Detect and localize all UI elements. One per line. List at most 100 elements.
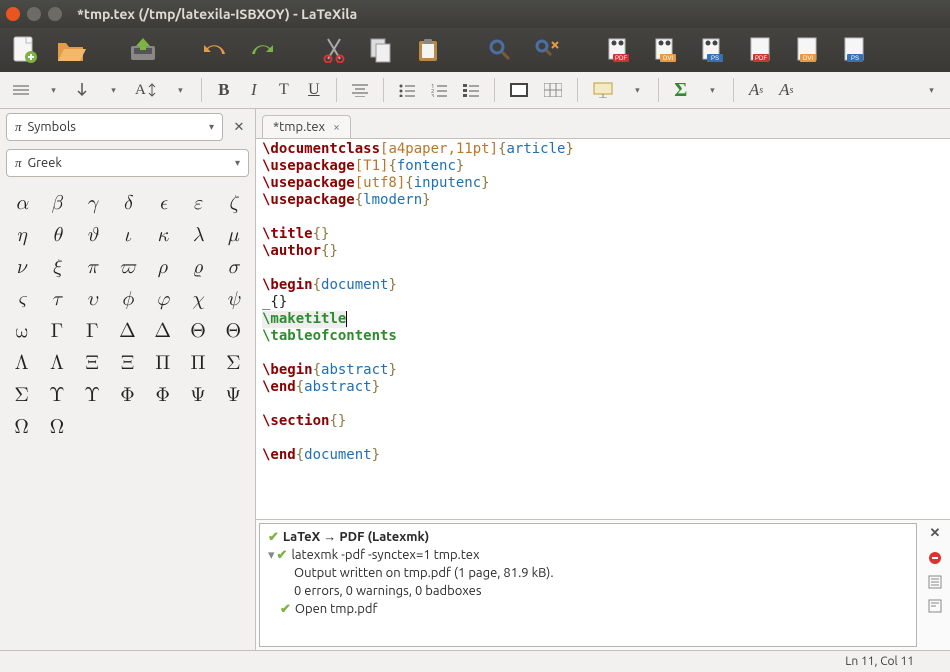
symbol-cell[interactable]: Ω — [4, 411, 39, 443]
build-stop-button[interactable] — [928, 551, 942, 565]
symbol-cell[interactable]: ϖ — [110, 251, 145, 283]
symbol-cell[interactable]: Π — [180, 347, 215, 379]
sectioning-button[interactable] — [6, 76, 36, 104]
symbol-cell[interactable]: ε — [180, 187, 215, 219]
symbol-cell[interactable]: ρ — [145, 251, 180, 283]
window-close-button[interactable] — [6, 7, 20, 21]
symbol-cell[interactable]: Ω — [39, 411, 74, 443]
math-superscript-button[interactable]: As — [742, 76, 770, 104]
find-replace-button[interactable] — [531, 34, 563, 66]
copy-button[interactable] — [365, 34, 397, 66]
build-detail-button[interactable] — [928, 599, 942, 613]
typewriter-button[interactable]: T — [270, 76, 298, 104]
build-pdf-button[interactable]: PDF — [603, 34, 635, 66]
symbol-cell[interactable]: γ — [75, 187, 110, 219]
overflow-dropdown[interactable] — [916, 76, 944, 104]
symbol-cell[interactable]: δ — [110, 187, 145, 219]
symbol-cell[interactable]: Σ — [216, 347, 251, 379]
symbol-cell[interactable]: Ψ — [180, 379, 215, 411]
twisty-icon[interactable]: ▾ — [268, 546, 275, 564]
symbol-cell[interactable]: κ — [145, 219, 180, 251]
figure-button[interactable] — [503, 76, 535, 104]
underline-button[interactable]: U — [300, 76, 328, 104]
symbol-cell[interactable]: Λ — [4, 347, 39, 379]
ref-button[interactable] — [68, 76, 96, 104]
symbol-cell[interactable]: ϕ — [110, 283, 145, 315]
symbol-cell[interactable]: ψ — [216, 283, 251, 315]
list-description-button[interactable] — [456, 76, 486, 104]
symbol-cell[interactable]: χ — [180, 283, 215, 315]
presentation-dropdown[interactable] — [622, 76, 650, 104]
symbol-cell[interactable]: Δ — [110, 315, 145, 347]
symbol-cell[interactable]: ϱ — [180, 251, 215, 283]
view-pdf-button[interactable]: PDF — [744, 34, 776, 66]
symbol-cell[interactable]: ζ — [216, 187, 251, 219]
symbol-cell[interactable]: Υ — [39, 379, 74, 411]
redo-button[interactable] — [246, 34, 278, 66]
view-dvi-button[interactable]: DVI — [791, 34, 823, 66]
sidebar-close-button[interactable]: ✕ — [229, 120, 249, 135]
symbol-cell[interactable]: Δ — [145, 315, 180, 347]
symbol-cell[interactable]: Γ — [75, 315, 110, 347]
list-enumerate-button[interactable]: 123 — [424, 76, 454, 104]
symbol-cell[interactable]: Φ — [110, 379, 145, 411]
symbol-cell[interactable]: Θ — [216, 315, 251, 347]
cut-button[interactable] — [318, 34, 350, 66]
symbol-cell[interactable]: θ — [39, 219, 74, 251]
window-minimize-button[interactable] — [27, 7, 41, 21]
symbols-panel-selector[interactable]: π Symbols ▾ — [6, 113, 223, 141]
tab-close-button[interactable]: × — [333, 121, 340, 134]
build-close-button[interactable]: ✕ — [930, 526, 941, 541]
symbol-cell[interactable]: Λ — [39, 347, 74, 379]
table-button[interactable] — [537, 76, 569, 104]
symbol-cell[interactable]: β — [39, 187, 74, 219]
symbol-cell[interactable]: ς — [4, 283, 39, 315]
list-itemize-button[interactable] — [392, 76, 422, 104]
center-button[interactable] — [345, 76, 375, 104]
symbol-cell[interactable]: η — [4, 219, 39, 251]
symbol-cell[interactable]: Υ — [75, 379, 110, 411]
symbol-cell[interactable]: Σ — [4, 379, 39, 411]
symbol-cell[interactable]: ϵ — [145, 187, 180, 219]
symbol-cell[interactable]: Γ — [39, 315, 74, 347]
symbol-cell[interactable]: ϑ — [75, 219, 110, 251]
symbol-cell[interactable]: ξ — [39, 251, 74, 283]
open-file-button[interactable] — [55, 34, 87, 66]
italic-button[interactable]: I — [240, 76, 268, 104]
build-dvi-button[interactable]: DVI — [650, 34, 682, 66]
save-button[interactable] — [127, 34, 159, 66]
symbol-cell[interactable]: α — [4, 187, 39, 219]
undo-button[interactable] — [199, 34, 231, 66]
symbol-cell[interactable]: υ — [75, 283, 110, 315]
new-file-button[interactable] — [8, 34, 40, 66]
build-log-button[interactable] — [928, 575, 942, 589]
size-button[interactable]: A — [128, 76, 163, 104]
math-sum-dropdown[interactable] — [697, 76, 725, 104]
symbol-cell[interactable]: π — [75, 251, 110, 283]
find-button[interactable] — [484, 34, 516, 66]
code-editor[interactable]: \documentclass[a4paper,11pt]{article} \u… — [256, 139, 950, 519]
symbol-cell[interactable]: Ξ — [110, 347, 145, 379]
symbols-category-selector[interactable]: π Greek ▾ — [6, 149, 249, 177]
symbol-cell[interactable]: ν — [4, 251, 39, 283]
symbol-cell[interactable]: Π — [145, 347, 180, 379]
symbol-cell[interactable]: φ — [145, 283, 180, 315]
symbol-cell[interactable]: σ — [216, 251, 251, 283]
symbol-cell[interactable]: ι — [110, 219, 145, 251]
view-ps-button[interactable]: PS — [838, 34, 870, 66]
symbol-cell[interactable]: μ — [216, 219, 251, 251]
symbol-cell[interactable]: Φ — [145, 379, 180, 411]
paste-button[interactable] — [412, 34, 444, 66]
math-subscript-button[interactable]: As — [772, 76, 800, 104]
bold-button[interactable]: B — [210, 76, 238, 104]
build-ps-button[interactable]: PS — [697, 34, 729, 66]
build-output[interactable]: ✔LaTeX → PDF (Latexmk) ▾✔latexmk -pdf -s… — [259, 523, 917, 647]
sectioning-dropdown[interactable] — [38, 76, 66, 104]
symbol-cell[interactable]: Θ — [180, 315, 215, 347]
symbol-cell[interactable]: ω — [4, 315, 39, 347]
symbol-cell[interactable]: Ξ — [75, 347, 110, 379]
symbol-cell[interactable]: λ — [180, 219, 215, 251]
presentation-button[interactable] — [586, 76, 620, 104]
symbol-cell[interactable]: τ — [39, 283, 74, 315]
ref-dropdown[interactable] — [98, 76, 126, 104]
